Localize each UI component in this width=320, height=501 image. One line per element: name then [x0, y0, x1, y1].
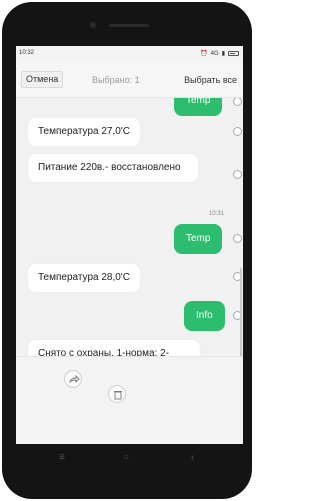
message-bubble[interactable]: Питание 220в.- восстановлено — [28, 154, 198, 182]
selection-toolbar: Отмена Выбрано: 1 Выбрать все — [16, 60, 243, 98]
message-checkbox[interactable] — [233, 127, 242, 136]
alarm-icon: ⏰ — [200, 51, 208, 57]
front-camera — [90, 22, 96, 28]
message-checkbox[interactable] — [233, 234, 242, 243]
message-checkbox[interactable] — [233, 98, 242, 106]
signal-icon: ▮ — [221, 51, 225, 57]
scrollbar[interactable] — [240, 268, 242, 368]
menu-icon[interactable]: ≡ — [59, 452, 65, 463]
message-bubble[interactable]: Temp — [174, 98, 223, 116]
selected-count: Выбрано: 1 — [92, 75, 140, 85]
system-nav-bar: ≡ ○ ‹ — [2, 444, 256, 474]
home-icon[interactable]: ○ — [123, 452, 129, 463]
status-icons: ⏰ 4G ▮ — [200, 50, 239, 57]
forward-icon[interactable] — [64, 370, 82, 388]
message-timestamp: 10:31 — [208, 211, 224, 217]
message-bubble[interactable]: Info — [184, 301, 225, 331]
cancel-button[interactable]: Отмена — [21, 71, 64, 88]
status-time: 10:32 — [19, 50, 35, 56]
battery-icon — [228, 51, 239, 56]
phone-frame: 10:32 ⏰ 4G ▮ Отмена Выбрано: 1 Выбрать в… — [2, 2, 252, 499]
status-bar: 10:32 ⏰ 4G ▮ — [16, 46, 243, 60]
message-bubble[interactable]: Temp — [174, 224, 223, 254]
message-bubble[interactable]: Температура 28,0'C — [28, 264, 140, 292]
back-icon[interactable]: ‹ — [191, 452, 194, 463]
earpiece-speaker — [109, 24, 149, 27]
trash-icon[interactable] — [108, 385, 126, 403]
action-bar — [16, 356, 243, 444]
screen: 10:32 ⏰ 4G ▮ Отмена Выбрано: 1 Выбрать в… — [16, 46, 243, 444]
network-label: 4G — [210, 50, 219, 57]
message-checkbox[interactable] — [233, 170, 242, 179]
message-bubble[interactable]: Температура 27,0'C — [28, 118, 140, 146]
select-all-button[interactable]: Выбрать все — [184, 75, 237, 85]
